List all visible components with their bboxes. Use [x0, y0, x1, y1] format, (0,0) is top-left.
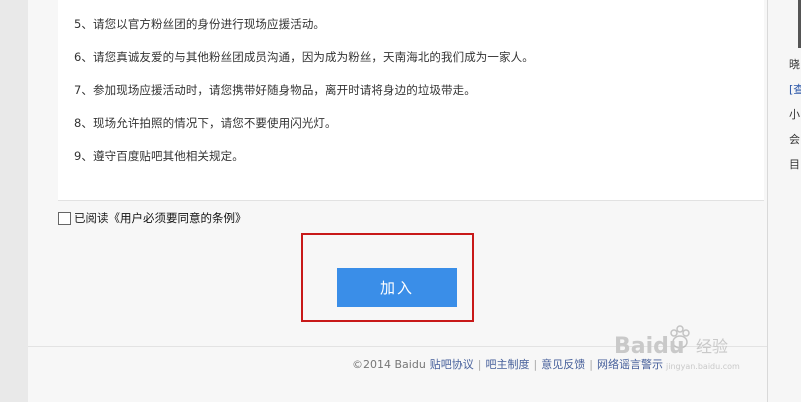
- rule-item-8: 8、现场允许拍照的情况下，请您不要使用闪光灯。: [74, 116, 337, 130]
- sidebar-text-item: 目: [789, 158, 800, 171]
- sidebar-text-item: 小: [789, 108, 800, 121]
- main-content-area: 5、请您以官方粉丝团的身份进行现场应援活动。 6、请您真诚友爱的与其他粉丝团成员…: [28, 0, 768, 402]
- rule-item-6: 6、请您真诚友爱的与其他粉丝团成员沟通，因为成为粉丝，天南海北的我们成为一家人。: [74, 50, 534, 64]
- footer-link-admin-policy[interactable]: 吧主制度: [486, 356, 530, 372]
- footer: ©2014 Baidu 贴吧协议 | 吧主制度 | 意见反馈 | 网络谣言警示: [352, 356, 663, 372]
- footer-divider: [28, 346, 767, 347]
- rules-panel: 5、请您以官方粉丝团的身份进行现场应援活动。 6、请您真诚友爱的与其他粉丝团成员…: [58, 0, 764, 201]
- rule-item-7: 7、参加现场应援活动时，请您携带好随身物品，离开时请将身边的垃圾带走。: [74, 83, 476, 97]
- footer-link-feedback[interactable]: 意见反馈: [541, 356, 585, 372]
- rule-item-5: 5、请您以官方粉丝团的身份进行现场应援活动。: [74, 17, 326, 31]
- terms-link[interactable]: 《用户必须要同意的条例》: [109, 210, 247, 226]
- footer-separator: |: [477, 357, 482, 371]
- footer-separator: |: [533, 357, 538, 371]
- rule-item-9: 9、遵守百度贴吧其他相关规定。: [74, 149, 244, 163]
- join-button[interactable]: 加入: [337, 268, 457, 307]
- footer-separator: |: [589, 357, 593, 371]
- copyright-text: ©2014 Baidu: [352, 357, 426, 371]
- sidebar-link-item[interactable]: [查: [789, 81, 801, 97]
- right-sidebar: 晓 [查 小 会 目: [768, 0, 801, 402]
- agree-checkbox[interactable]: [58, 211, 71, 225]
- sidebar-text-item: 晓: [789, 58, 800, 71]
- agree-label: 已阅读: [74, 211, 109, 225]
- agreement-row: 已阅读 《用户必须要同意的条例》: [58, 210, 247, 226]
- sidebar-text-item: 会: [789, 133, 800, 146]
- footer-link-rumor-warning[interactable]: 网络谣言警示: [597, 356, 663, 372]
- footer-link-agreement[interactable]: 贴吧协议: [430, 356, 474, 372]
- left-margin: [0, 0, 28, 402]
